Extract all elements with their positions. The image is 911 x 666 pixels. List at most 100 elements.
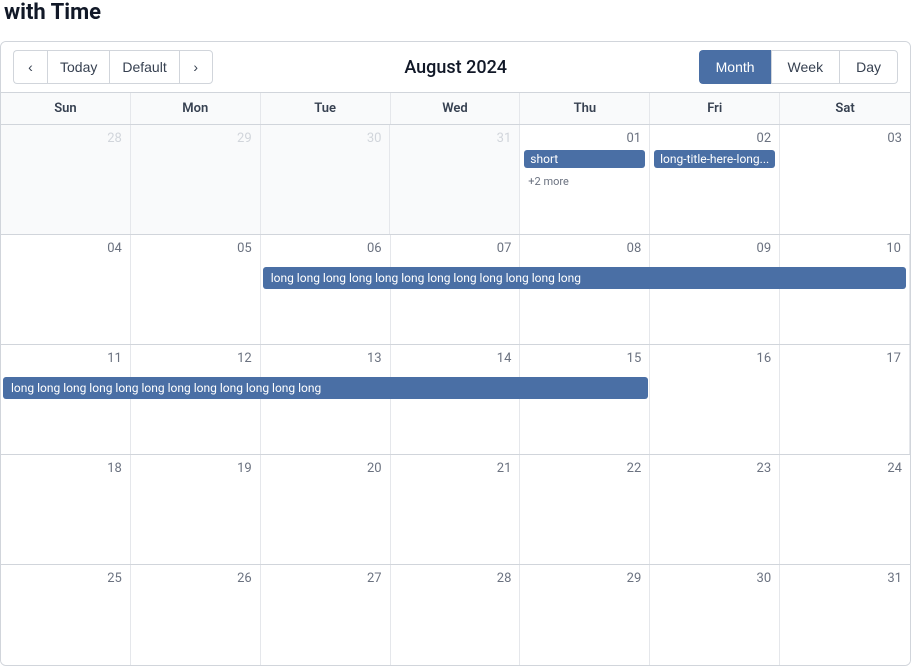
cal-cell: 09 [650, 235, 780, 344]
day-number: 27 [265, 569, 386, 588]
spanning-event[interactable]: long long long long long long long long … [3, 377, 648, 399]
cal-cell: 29 [131, 125, 261, 234]
header-fri: Fri [650, 93, 780, 124]
calendar-event[interactable]: long-title-here-long... [654, 150, 775, 168]
header-mon: Mon [131, 93, 261, 124]
calendar-title: August 2024 [404, 57, 507, 78]
day-number: 15 [524, 349, 645, 368]
cal-cell: 31 [390, 125, 520, 234]
cal-cell: 03 [780, 125, 910, 234]
more-events-link[interactable]: +2 more [524, 175, 573, 188]
day-headers: Sun Mon Tue Wed Thu Fri Sat [1, 93, 910, 125]
day-number: 29 [524, 569, 645, 588]
spanning-event[interactable]: long long long long long long long long … [263, 267, 906, 289]
day-number: 31 [784, 569, 906, 588]
cal-cell: 18 [1, 455, 131, 564]
cal-cell: 26 [131, 565, 261, 665]
cal-cell: 02 long-title-here-long... [650, 125, 780, 234]
week-row: 18 19 20 21 22 23 24 [1, 455, 910, 565]
day-number: 21 [395, 459, 516, 478]
day-number: 20 [265, 459, 386, 478]
cal-cell: 19 [131, 455, 261, 564]
cal-cell: 30 [261, 125, 391, 234]
cal-cell: 20 [261, 455, 391, 564]
week-row: 11 12 13 14 15 16 17 long long long lon [1, 345, 910, 455]
header-sat: Sat [780, 93, 910, 124]
week-row: 25 26 27 28 29 30 31 [1, 565, 910, 665]
cal-cell: 01 short +2 more [520, 125, 650, 234]
view-week-button[interactable]: Week [771, 50, 840, 84]
day-number: 28 [5, 129, 126, 148]
header-wed: Wed [391, 93, 521, 124]
header-sun: Sun [1, 93, 131, 124]
day-number: 02 [654, 129, 775, 148]
nav-controls: ‹ Today Default › [13, 50, 213, 84]
day-number: 23 [654, 459, 775, 478]
cal-cell: 23 [650, 455, 780, 564]
header-thu: Thu [520, 93, 650, 124]
cal-cell: 15 [520, 345, 650, 454]
day-number: 10 [784, 239, 905, 258]
day-number: 17 [784, 349, 905, 368]
cal-cell: 27 [261, 565, 391, 665]
day-number: 06 [265, 239, 386, 258]
calendar-header: ‹ Today Default › August 2024 Month Week… [1, 42, 910, 93]
calendar-container: ‹ Today Default › August 2024 Month Week… [0, 41, 911, 666]
day-number: 28 [395, 569, 516, 588]
day-number: 12 [135, 349, 256, 368]
view-day-button[interactable]: Day [839, 50, 898, 84]
cal-cell: 25 [1, 565, 131, 665]
cal-cell: 28 [391, 565, 521, 665]
day-number: 25 [5, 569, 126, 588]
page-title: with Time [0, 0, 911, 33]
next-button[interactable]: › [179, 50, 213, 84]
day-number: 26 [135, 569, 256, 588]
cal-cell: 13 [261, 345, 391, 454]
cal-cell: 29 [520, 565, 650, 665]
header-tue: Tue [261, 93, 391, 124]
day-number: 22 [524, 459, 645, 478]
cal-cell: 06 [261, 235, 391, 344]
cal-cell: 24 [780, 455, 910, 564]
default-button[interactable]: Default [109, 50, 178, 84]
day-number: 29 [135, 129, 256, 148]
day-number: 04 [5, 239, 126, 258]
day-number: 30 [654, 569, 775, 588]
day-number: 07 [395, 239, 516, 258]
cal-cell: 08 [520, 235, 650, 344]
day-number: 11 [5, 349, 126, 368]
week-row: 04 05 06 07 08 09 10 long long long lon [1, 235, 910, 345]
cal-cell: 17 [780, 345, 910, 454]
cal-cell: 16 [650, 345, 780, 454]
today-button[interactable]: Today [47, 50, 109, 84]
day-number: 31 [394, 129, 515, 148]
day-number: 05 [135, 239, 256, 258]
day-number: 08 [524, 239, 645, 258]
cal-cell: 30 [650, 565, 780, 665]
day-number: 18 [5, 459, 126, 478]
cal-cell: 07 [391, 235, 521, 344]
calendar-grid: 28 29 30 31 01 short +2 more 02 long-tit… [1, 125, 910, 665]
day-number: 24 [784, 459, 906, 478]
cal-cell: 22 [520, 455, 650, 564]
day-number: 09 [654, 239, 775, 258]
cal-cell: 10 [780, 235, 910, 344]
week-row: 28 29 30 31 01 short +2 more 02 long-tit… [1, 125, 910, 235]
cal-cell: 21 [391, 455, 521, 564]
day-number: 30 [265, 129, 386, 148]
day-number: 16 [654, 349, 775, 368]
day-number: 14 [395, 349, 516, 368]
cal-cell: 11 [1, 345, 131, 454]
prev-button[interactable]: ‹ [13, 50, 47, 84]
day-number: 03 [784, 129, 906, 148]
day-number: 01 [524, 129, 645, 148]
view-toggle: Month Week Day [699, 50, 898, 84]
cal-cell: 04 [1, 235, 131, 344]
view-month-button[interactable]: Month [699, 50, 771, 84]
cal-cell: 31 [780, 565, 910, 665]
cal-cell: 28 [1, 125, 131, 234]
cal-cell: 05 [131, 235, 261, 344]
cal-cell: 14 [391, 345, 521, 454]
cal-cell: 12 [131, 345, 261, 454]
calendar-event[interactable]: short [524, 150, 645, 168]
